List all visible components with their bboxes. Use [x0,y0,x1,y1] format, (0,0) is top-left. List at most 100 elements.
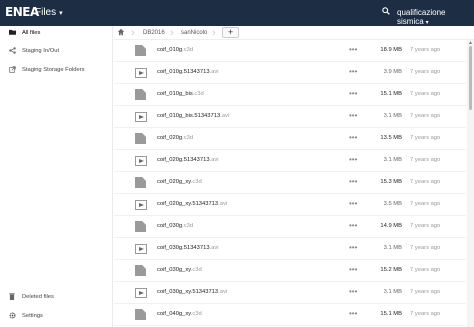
file-basename: coif_010g_bis.51343713 [157,113,221,119]
user-menu[interactable]: qualificazione sismica ▾ [397,8,474,26]
file-list: coif_010g.c3d ••• 18.9 MB 7 years ago coif_0… [114,40,466,327]
file-size: 15.3 MB [380,179,402,185]
file-modified: 7 years ago [410,157,441,163]
file-extension: .avi [218,289,228,295]
share-icon [7,46,17,56]
more-actions-icon[interactable]: ••• [349,309,357,318]
file-row[interactable]: coif_020g_xy.51343713.avi ••• 3.5 MB 7 year… [114,194,466,216]
file-row[interactable]: coif_020g.c3d ••• 13.5 MB 7 years ago [114,128,466,150]
more-actions-icon[interactable]: ••• [349,111,357,120]
file-modified: 7 years ago [410,311,441,317]
more-actions-icon[interactable]: ••• [349,67,357,76]
file-basename: coif_030g [157,223,183,229]
more-actions-icon[interactable]: ••• [349,133,357,142]
breadcrumb-separator: › [212,27,216,39]
sidebar-item-staging-storage-folders[interactable]: Staging Storage Folders [0,63,113,77]
more-actions-icon[interactable]: ••• [349,199,357,208]
file-row[interactable]: coif_040g_xy.c3d ••• 15.1 MB 7 years ago [114,304,466,326]
sidebar-item-all-files[interactable]: All files [0,26,113,40]
more-actions-icon[interactable]: ••• [349,243,357,252]
file-name[interactable]: coif_030g.c3d [157,223,193,229]
file-size: 15.2 MB [380,267,402,273]
file-row[interactable]: coif_010g_bis.c3d ••• 15.1 MB 7 years ago [114,84,466,106]
file-icon [135,309,146,320]
more-actions-icon[interactable]: ••• [349,89,357,98]
more-actions-icon[interactable]: ••• [349,221,357,230]
breadcrumb [114,26,474,40]
file-basename: coif_040g_xy [157,311,191,317]
file-name[interactable]: coif_030g.51343713.avi [157,245,219,251]
file-basename: coif_030g.51343713 [157,245,210,251]
add-new-button[interactable]: + [222,27,239,38]
file-modified: 7 years ago [410,113,441,119]
app-menu[interactable]: Files ▾ [35,7,63,18]
search-icon[interactable] [382,7,390,17]
file-modified: 7 years ago [410,267,441,273]
sidebar-item-label: Settings [22,313,43,319]
more-actions-icon[interactable]: ••• [349,155,357,164]
video-file-icon [135,288,147,298]
more-actions-icon[interactable]: ••• [349,45,357,54]
file-row[interactable]: coif_020g.51343713.avi ••• 3.1 MB 7 years a… [114,150,466,172]
file-name[interactable]: coif_020g.c3d [157,135,193,141]
file-modified: 7 years ago [410,179,441,185]
home-icon[interactable] [117,28,125,38]
file-size: 3.5 MB [383,201,402,207]
file-size: 14.9 MB [380,223,402,229]
file-name[interactable]: coif_010g.51343713.avi [157,69,219,75]
file-extension: .c3d [182,223,194,229]
sidebar-item-settings[interactable]: Settings [0,309,113,323]
file-row[interactable]: coif_010g_bis.51343713.avi ••• 3.1 MB 7 yea… [114,106,466,128]
file-row[interactable]: coif_030g.c3d ••• 14.9 MB 7 years ago [114,216,466,238]
file-extension: .avi [209,245,219,251]
file-name[interactable]: coif_010g.c3d [157,47,193,53]
file-modified: 7 years ago [410,69,441,75]
file-extension: .avi [209,157,219,163]
file-name[interactable]: coif_020g_xy.c3d [157,179,202,185]
file-basename: coif_030g_xy [157,267,191,273]
sidebar-item-label: Staging In/Out [22,48,60,54]
file-size: 15.1 MB [380,91,402,97]
more-actions-icon[interactable]: ••• [349,177,357,186]
file-icon [135,265,146,276]
file-extension: .avi [220,113,230,119]
file-name[interactable]: coif_040g_xy.c3d [157,311,202,317]
file-row[interactable]: coif_020g_xy.c3d ••• 15.3 MB 7 years ago [114,172,466,194]
file-name[interactable]: coif_020g_xy.51343713.avi [157,201,227,207]
file-name[interactable]: coif_030g_xy.51343713.avi [157,289,227,295]
file-name[interactable]: coif_030g_xy.c3d [157,267,202,273]
file-row[interactable]: coif_030g.51343713.avi ••• 3.1 MB 7 years a… [114,238,466,260]
breadcrumb-item[interactable]: sanNicolo [181,30,207,36]
file-row[interactable]: coif_010g.c3d ••• 18.9 MB 7 years ago [114,40,466,62]
scroll-up-arrow[interactable]: ▲ [468,40,473,46]
scrollbar-thumb[interactable] [469,46,472,110]
file-icon [135,221,146,232]
enea-logo[interactable]: ENEA [5,5,39,19]
file-size: 13.5 MB [380,135,402,141]
file-name[interactable]: coif_010g_bis.51343713.avi [157,113,229,119]
file-basename: coif_020g [157,135,183,141]
file-name[interactable]: coif_020g.51343713.avi [157,157,219,163]
sidebar: All files Staging In/Out Staging Storage… [0,26,113,327]
file-basename: coif_030g_xy.51343713 [157,289,219,295]
sidebar-item-label: All files [22,30,41,36]
breadcrumb-item[interactable]: DB2016 [143,30,165,36]
trash-icon [7,292,17,302]
file-basename: coif_010g [157,47,183,53]
top-header: ENEA Files ▾ qualificazione sismica ▾ [0,0,474,26]
more-actions-icon[interactable]: ••• [349,287,357,296]
sidebar-item-deleted-files[interactable]: Deleted files [0,290,113,304]
file-modified: 7 years ago [410,47,441,53]
file-size: 3.1 MB [383,289,402,295]
file-icon [135,45,146,56]
scrollbar[interactable] [467,40,474,327]
file-row[interactable]: coif_010g.51343713.avi ••• 3.9 MB 7 years a… [114,62,466,84]
external-icon [7,65,17,75]
file-size: 3.1 MB [383,113,402,119]
file-row[interactable]: coif_030g_xy.51343713.avi ••• 3.1 MB 7 year… [114,282,466,304]
file-name[interactable]: coif_010g_bis.c3d [157,91,204,97]
more-actions-icon[interactable]: ••• [349,265,357,274]
file-modified: 7 years ago [410,135,441,141]
file-row[interactable]: coif_030g_xy.c3d ••• 15.2 MB 7 years ago [114,260,466,282]
sidebar-item-staging-in-out[interactable]: Staging In/Out [0,44,113,58]
